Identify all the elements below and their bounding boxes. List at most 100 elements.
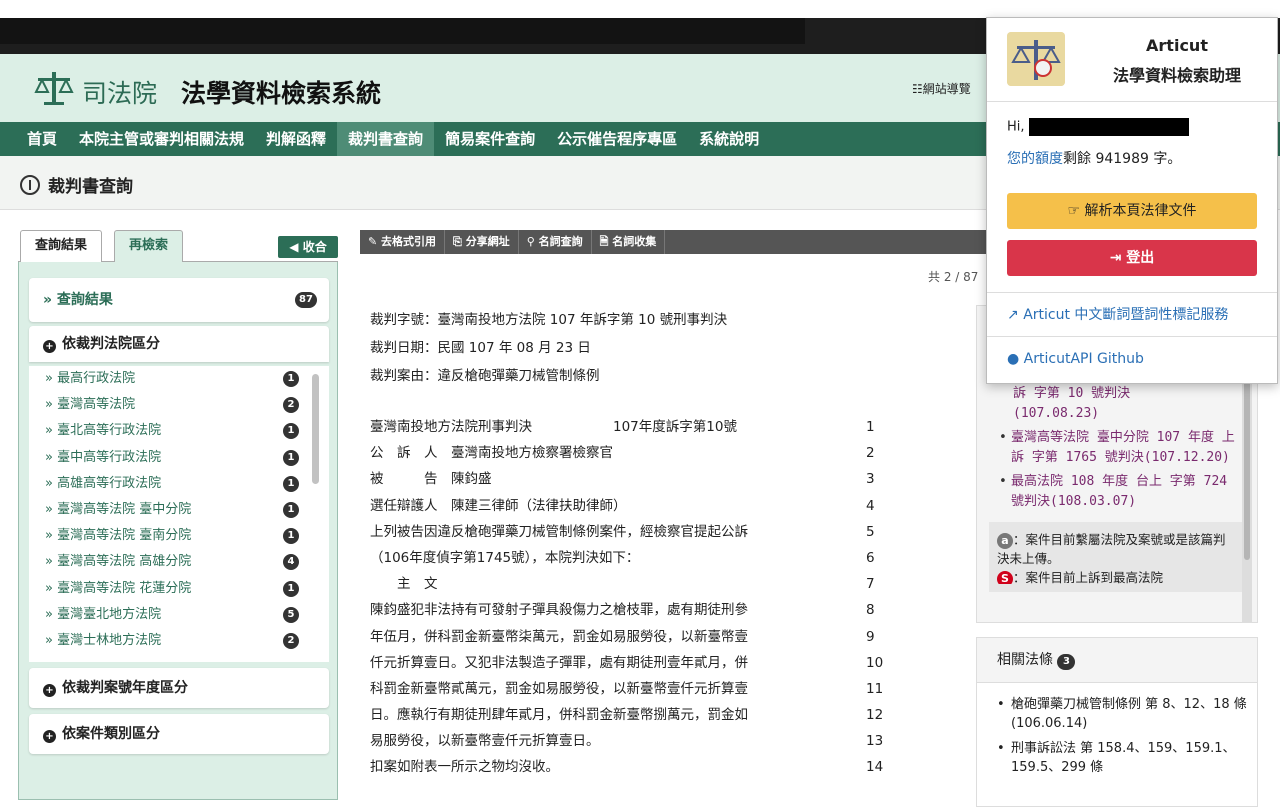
type-section-header[interactable]: + 依案件類別區分 xyxy=(29,714,329,754)
court-item[interactable]: » 最高行政法院 1 xyxy=(29,366,329,392)
text-line: 陳鈞盛犯非法持有可發射子彈具殺傷力之槍枝罪，處有期徒刑參 8 xyxy=(370,597,890,623)
court-item[interactable]: » 臺中高等行政法院 1 xyxy=(29,445,329,471)
court-item[interactable]: » 臺灣臺北地方法院 5 xyxy=(29,602,329,628)
court-item[interactable]: » 臺灣高等法院 2 xyxy=(29,392,329,418)
tool-icon: ✎ xyxy=(368,235,382,248)
articut-service-link[interactable]: ↗ Articut 中文斷詞暨詞性標記服務 xyxy=(1007,304,1228,324)
text-line: 年伍月，併科罰金新臺幣柒萬元，罰金如易服勞役，以新臺幣壹 9 xyxy=(370,624,890,650)
court-item[interactable]: » 臺灣高等法院 臺南分院 1 xyxy=(29,523,329,549)
tool-icon: 🗎 xyxy=(599,235,613,248)
court-count-badge: 5 xyxy=(283,606,299,623)
text-line: （106年度偵字第1745號），本院判決如下： 6 xyxy=(370,545,890,571)
case-history-link[interactable]: 最高法院 108 年度 台上 字第 724 號判決(108.03.07) xyxy=(989,472,1245,512)
plus-circle-icon: + xyxy=(43,684,56,697)
court-item[interactable]: » 臺灣高等法院 花蓮分院 1 xyxy=(29,576,329,602)
court-count-badge: 1 xyxy=(283,449,299,466)
share-url-button[interactable]: ⎘ 分享網址 xyxy=(445,230,519,254)
related-law-item[interactable]: 槍砲彈藥刀械管制條例 第 8、12、18 條 (106.06.14) xyxy=(977,695,1257,733)
text-line: 公 訴 人 臺灣南投地方檢察署檢察官 2 xyxy=(370,440,890,466)
judgment-reason: 裁判案由：違反槍砲彈藥刀械管制條例 xyxy=(370,368,600,384)
related-law-item[interactable]: 刑事訴訟法 第 158.4、159、159.1、159.5、299 條 xyxy=(977,739,1257,777)
nav-item-4[interactable]: 簡易案件查詢 xyxy=(434,122,546,156)
external-link-icon: ↗ xyxy=(1007,307,1019,323)
greeting: Hi, xyxy=(1007,118,1189,136)
github-link[interactable]: ● ArticutAPI Github xyxy=(1007,351,1144,367)
line-number: 14 xyxy=(866,759,884,776)
text-line: 扣案如附表一所示之物均沒收。 14 xyxy=(370,754,890,780)
sitemap-link[interactable]: ☷網站導覽 xyxy=(912,80,971,97)
power-icon xyxy=(20,174,40,195)
system-name[interactable]: 法學資料檢索系統 xyxy=(181,74,381,110)
line-number: 3 xyxy=(866,471,875,488)
line-number: 6 xyxy=(866,549,875,566)
a-badge-icon: a xyxy=(997,533,1013,549)
tool-icon: ⎘ xyxy=(453,235,466,248)
court-count-badge: 2 xyxy=(283,632,299,649)
collapse-button[interactable]: ◀ 收合 xyxy=(278,236,338,258)
judgment-date: 裁判日期：民國 107 年 08 月 23 日 xyxy=(370,340,591,356)
popup-header: Articut 法學資料檢索助理 xyxy=(987,18,1277,102)
dark-band-inner xyxy=(0,18,805,44)
logout-button[interactable]: ⇥ 登出 xyxy=(1007,240,1257,276)
text-line: 臺灣南投地方法院刑事判決 107年度訴字第10號 1 xyxy=(370,414,890,440)
tab-research[interactable]: 再檢索 xyxy=(114,230,184,262)
text-line: 上列被告因違反槍砲彈藥刀械管制條例案件，經檢察官提起公訴 5 xyxy=(370,519,890,545)
legend-note: a ：案件目前繫屬法院及案號或是該篇判決未上傳。 S ：案件目前上訴到最高法院 xyxy=(989,522,1245,592)
results-box[interactable]: » 查詢結果 87 xyxy=(29,278,329,322)
court-item[interactable]: » 臺灣高等法院 臺中分院 1 xyxy=(29,497,329,523)
tab-results[interactable]: 查詢結果 xyxy=(20,230,103,262)
pager: 共 2 / 87 xyxy=(928,270,979,284)
clean-cite-button[interactable]: ✎ 去格式引用 xyxy=(360,230,446,254)
line-number: 8 xyxy=(866,602,875,619)
judgment-text: 臺灣南投地方法院刑事判決 107年度訴字第10號 1 公 訴 人 臺灣南投地方檢察署… xyxy=(370,414,890,781)
nav-item-2[interactable]: 判解函釋 xyxy=(255,122,337,156)
line-number: 1 xyxy=(866,419,875,435)
text-line: 選任辯護人 陳建三律師（法律扶助律師） 4 xyxy=(370,493,890,519)
chevron-left-icon: ◀ xyxy=(289,240,299,254)
court-count-badge: 4 xyxy=(283,554,299,571)
tool-icon: ⚲ xyxy=(526,235,539,248)
nav-item-6[interactable]: 系統說明 xyxy=(688,122,770,156)
left-tabs: 查詢結果 再檢索 ◀ 收合 xyxy=(18,228,338,262)
court-count-badge: 1 xyxy=(283,423,299,440)
case-history-link[interactable]: 臺灣高等法院 臺中分院 107 年度 上訴 字第 1765 號判決(107.12… xyxy=(989,428,1245,468)
results-label: » 查詢結果 xyxy=(43,292,113,308)
line-number: 12 xyxy=(866,707,884,724)
case-link-current[interactable]: 訴 字第 10 號判決 (107.08.23) xyxy=(989,384,1245,424)
court-list: » 最高行政法院 1» 臺灣高等法院 2» 臺北高等行政法院 1» 臺中高等行政法院 1… xyxy=(29,366,329,662)
nav-item-5[interactable]: 公示催告程序專區 xyxy=(546,122,688,156)
court-item[interactable]: » 高雄高等行政法院 1 xyxy=(29,471,329,497)
analyze-page-button[interactable]: ☞ 解析本頁法律文件 xyxy=(1007,193,1257,229)
left-panel-body: » 查詢結果 87 + 依裁判法院區分 » 最高行政法院 1» 臺灣高等法院 2» 臺… xyxy=(18,262,338,800)
court-item[interactable]: » 臺北高等行政法院 1 xyxy=(29,418,329,444)
year-section-header[interactable]: + 依裁判案號年度區分 xyxy=(29,668,329,708)
court-count-badge: 1 xyxy=(283,580,299,597)
plus-circle-icon: + xyxy=(43,340,56,353)
line-number: 13 xyxy=(866,733,884,750)
quota-text: 您的額度剩餘 941989 字。 xyxy=(1007,151,1182,167)
court-item[interactable]: » 臺灣高等法院 高雄分院 4 xyxy=(29,549,329,575)
court-section-header[interactable]: + 依裁判法院區分 xyxy=(29,326,329,362)
text-line: 日。應執行有期徒刑肆年貳月，併科罰金新臺幣捌萬元，罰金如 12 xyxy=(370,702,890,728)
related-laws-box: 相關法條 3 槍砲彈藥刀械管制條例 第 8、12、18 條 (106.06.14… xyxy=(976,637,1258,807)
justice-scale-icon[interactable] xyxy=(34,68,74,108)
left-panel: 查詢結果 再檢索 ◀ 收合 » 查詢結果 87 + 依裁判法院區分 » 最高行政法… xyxy=(18,228,338,800)
nav-item-3[interactable]: 裁判書查詢 xyxy=(337,122,435,156)
nav-item-0[interactable]: 首頁 xyxy=(16,122,68,156)
line-number: 11 xyxy=(866,680,884,697)
text-line: 科罰金新臺幣貳萬元，罰金如易服勞役，以新臺幣壹仟元折算壹 11 xyxy=(370,676,890,702)
articut-popup: Articut 法學資料檢索助理 Hi, 您的額度剩餘 941989 字。 ☞ … xyxy=(986,17,1278,384)
line-number: 7 xyxy=(866,576,875,593)
doc-toolbar: ✎ 去格式引用 ⎘ 分享網址 ⚲ 名詞查詢 🗎 名詞收集 xyxy=(360,230,990,254)
quota-link[interactable]: 您的額度 xyxy=(1007,151,1063,167)
term-search-button[interactable]: ⚲ 名詞查詢 xyxy=(519,230,592,254)
court-item[interactable]: » 臺灣士林地方法院 2 xyxy=(29,628,329,654)
text-line: 仟元折算壹日。又犯非法製造子彈罪，處有期徒刑壹年貳月，併 10 xyxy=(370,650,890,676)
case-number: 裁判字號：臺灣南投地方法院 107 年訴字第 10 號刑事判決 xyxy=(370,312,728,328)
text-line: 被 告 陳鈞盛 3 xyxy=(370,466,890,492)
page-title: 裁判書查詢 xyxy=(20,172,133,197)
nav-item-1[interactable]: 本院主管或審判相關法規 xyxy=(68,122,255,156)
court-count-badge: 2 xyxy=(283,397,299,414)
hand-point-icon: ☞ xyxy=(1067,203,1081,219)
term-collect-button[interactable]: 🗎 名詞收集 xyxy=(592,230,666,254)
